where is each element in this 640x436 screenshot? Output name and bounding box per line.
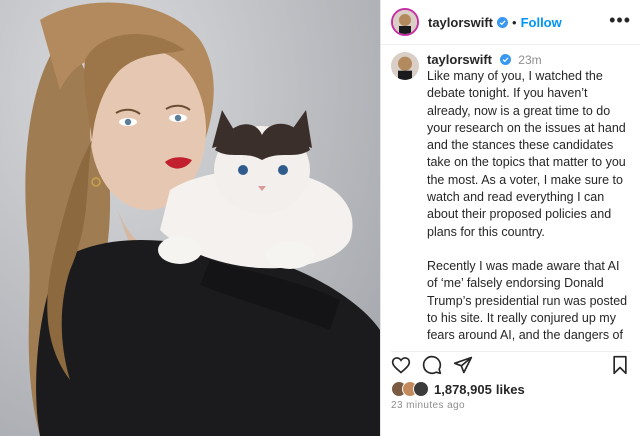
header-avatar[interactable] (391, 8, 419, 36)
post-sidebar: taylorswift • Follow ••• taylorswift 23m… (380, 0, 640, 436)
header-separator: • (512, 14, 517, 30)
caption-header: taylorswift 23m (427, 52, 631, 68)
action-bar (391, 351, 631, 376)
more-options-icon[interactable]: ••• (609, 11, 631, 29)
share-icon[interactable] (453, 355, 473, 375)
caption-body: taylorswift 23m Like many of you, I watc… (427, 52, 631, 344)
likes-label: likes (495, 381, 525, 397)
follow-button[interactable]: Follow (521, 15, 562, 30)
heart-icon[interactable] (391, 355, 411, 375)
likes-row[interactable]: 1,878,905 likes (391, 380, 525, 398)
portrait-with-cat-image (25, 2, 380, 436)
likes-count: 1,878,905 (434, 381, 492, 397)
avatar-image (391, 52, 419, 80)
caption-paragraph: Like many of you, I watched the debate t… (427, 69, 626, 239)
caption-avatar[interactable] (391, 52, 419, 80)
instagram-post-window: taylorswift • Follow ••• taylorswift 23m… (0, 0, 640, 436)
comment-icon[interactable] (422, 355, 442, 375)
header-username[interactable]: taylorswift (428, 15, 493, 30)
verified-badge-icon (499, 54, 511, 65)
post-caption: taylorswift 23m Like many of you, I watc… (391, 52, 631, 344)
caption-time-ago: 23m (518, 53, 542, 67)
caption-username[interactable]: taylorswift (427, 52, 492, 67)
caption-paragraph: Recently I was made aware that AI of ‘me… (427, 258, 628, 343)
post-header: taylorswift • Follow ••• (381, 0, 640, 45)
avatar-image (393, 10, 417, 34)
post-photo[interactable] (0, 0, 380, 436)
verified-badge-icon (497, 16, 509, 28)
bookmark-icon[interactable] (610, 355, 630, 375)
liker-avatar (413, 381, 429, 397)
post-timestamp: 23 minutes ago (391, 400, 465, 411)
